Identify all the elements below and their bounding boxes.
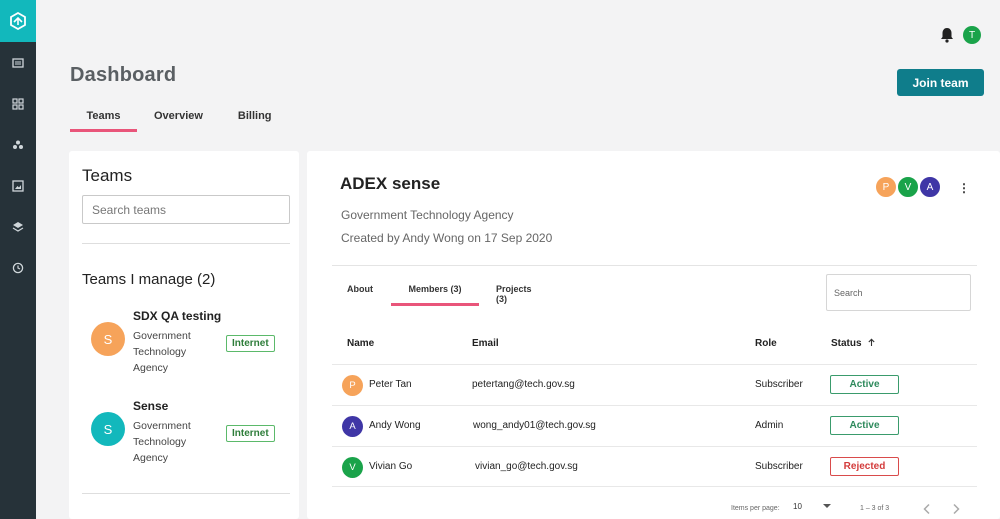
table-row[interactable]: V Vivian Go vivian_go@tech.gov.sg Subscr… [332, 446, 977, 487]
status-badge: Active [830, 375, 899, 394]
team-title: ADEX sense [340, 174, 441, 193]
team-detail-panel: ADEX sense Government Technology Agency … [307, 151, 1000, 519]
bell-icon[interactable] [938, 26, 956, 44]
tab-overview[interactable]: Overview [154, 108, 203, 132]
team-name: SDX QA testing [133, 309, 222, 323]
teams-panel: Teams Teams I manage (2) S SDX QA testin… [69, 151, 299, 519]
avatar: V [896, 175, 920, 199]
avatar: A [342, 416, 363, 437]
kebab-menu-icon[interactable]: ⋮ [958, 182, 970, 194]
avatar: P [874, 175, 898, 199]
team-organization: Government Technology Agency [341, 208, 514, 222]
status-badge: Active [830, 416, 899, 435]
sidebar-item-dashboard[interactable] [0, 83, 36, 124]
tab-members[interactable]: Members (3) [391, 279, 479, 306]
sidebar-item-gallery[interactable] [0, 165, 36, 206]
status-badge: Rejected [830, 457, 899, 476]
tab-projects[interactable]: Projects (3) [496, 279, 532, 306]
user-avatar[interactable]: T [963, 26, 981, 44]
chevron-down-icon[interactable] [823, 503, 831, 509]
tab-about[interactable]: About [347, 279, 373, 306]
image-gallery-icon [12, 179, 24, 192]
sidebar-item-catalog[interactable] [0, 42, 36, 83]
chevron-right-icon[interactable] [951, 503, 961, 515]
member-name: Peter Tan [369, 379, 412, 390]
avatar: P [342, 375, 363, 396]
team-avatar: S [91, 412, 125, 446]
teams-icon [13, 140, 23, 149]
table-row[interactable]: A Andy Wong wong_andy01@tech.gov.sg Admi… [332, 405, 977, 446]
avatar: V [342, 457, 363, 478]
layers-icon [12, 221, 24, 232]
team-card-sense[interactable]: S Sense Government Technology Agency Int… [82, 399, 292, 469]
tab-billing[interactable]: Billing [238, 108, 272, 132]
member-email: petertang@tech.gov.sg [472, 379, 575, 390]
teams-panel-title: Teams [82, 166, 133, 185]
divider [332, 265, 977, 266]
member-role: Admin [755, 420, 784, 431]
page-title: Dashboard [70, 64, 177, 86]
teams-manage-heading: Teams I manage (2) [82, 271, 216, 288]
page-tabs: Teams Overview Billing [70, 108, 272, 134]
catalog-icon [12, 57, 24, 68]
team-organization: Government Technology Agency [133, 330, 191, 374]
team-avatar: S [91, 322, 125, 356]
column-header-email[interactable]: Email [472, 338, 499, 349]
team-name: Sense [133, 399, 169, 413]
member-email: wong_andy01@tech.gov.sg [473, 420, 596, 431]
divider [82, 493, 290, 494]
tab-teams[interactable]: Teams [70, 108, 137, 132]
team-card-sdx-qa-testing[interactable]: S SDX QA testing Government Technology A… [82, 309, 292, 379]
search-teams-input[interactable] [82, 195, 290, 224]
team-organization: Government Technology Agency [133, 420, 191, 464]
search-members-input[interactable] [826, 274, 971, 311]
sidebar [0, 0, 36, 519]
items-per-page-label: Items per page: [731, 505, 780, 512]
pagination-range: 1 – 3 of 3 [860, 505, 890, 512]
divider [82, 243, 290, 244]
member-name: Andy Wong [369, 420, 421, 431]
hexagon-logo-icon[interactable] [0, 0, 36, 42]
history-clock-icon [12, 262, 24, 273]
arrow-up-icon [868, 338, 875, 346]
avatar: A [918, 175, 942, 199]
column-header-name[interactable]: Name [347, 338, 374, 349]
chevron-left-icon[interactable] [922, 503, 932, 515]
member-email: vivian_go@tech.gov.sg [475, 461, 578, 472]
member-role: Subscriber [755, 461, 803, 472]
member-name: Vivian Go [369, 461, 413, 472]
join-team-button[interactable]: Join team [897, 69, 984, 96]
sidebar-item-teams[interactable] [0, 124, 36, 165]
member-role: Subscriber [755, 379, 803, 390]
dashboard-grid-icon [12, 97, 24, 110]
column-header-status[interactable]: Status [831, 338, 876, 349]
team-created-info: Created by Andy Wong on 17 Sep 2020 [341, 231, 553, 245]
sidebar-item-history[interactable] [0, 247, 36, 288]
table-row[interactable]: P Peter Tan petertang@tech.gov.sg Subscr… [332, 364, 977, 405]
column-header-role[interactable]: Role [755, 338, 777, 349]
sidebar-item-layers[interactable] [0, 206, 36, 247]
network-badge: Internet [226, 335, 275, 352]
network-badge: Internet [226, 425, 275, 442]
